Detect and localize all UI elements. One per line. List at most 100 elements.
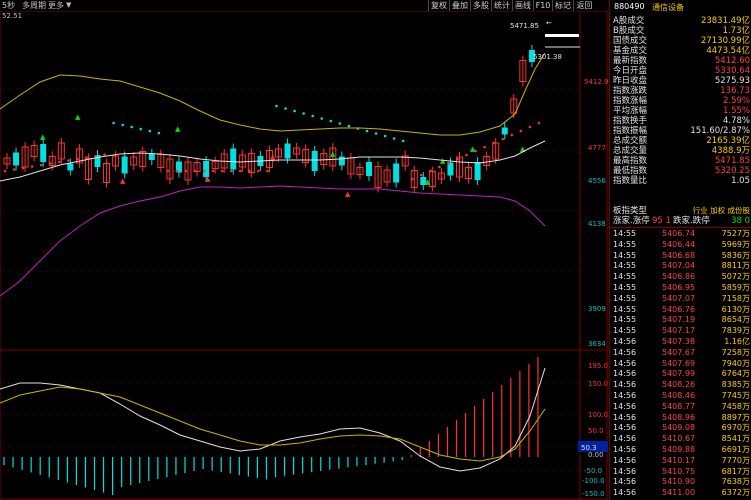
fuquan-button[interactable]: 复权: [428, 0, 449, 11]
tick-volume: 1.16亿: [724, 337, 750, 346]
tick-volume: 5072万: [721, 272, 750, 282]
tick-time: 14:56: [613, 347, 637, 357]
kline-chart[interactable]: ▲▲▲▲▲▲ ▲▲▲▲▲ ▲ 5471.85 ← 5301.38 52.51 541…: [0, 11, 608, 500]
quote-label: 总成交量: [613, 146, 648, 156]
signal-arrow-icon: ▲: [345, 190, 351, 198]
quote-row: 指数涨跌 136.73: [610, 86, 751, 96]
axis-labels: 5412.90 4777 4556 4138 3909 3634 195.0 1…: [582, 78, 608, 498]
tick-volume: 8811万: [721, 261, 750, 271]
tick-price: 5408.26: [662, 380, 696, 390]
sar-dot: [320, 117, 324, 120]
tick-time: 14:56: [613, 445, 637, 454]
osc-value: 50.3: [581, 444, 597, 452]
tick-volume: 7527万: [721, 229, 750, 238]
tick-row: 14:55 5407.07 7158万: [610, 294, 751, 304]
sar-dot: [492, 141, 496, 145]
period-multi[interactable]: 多周期: [22, 0, 46, 11]
multi-stock-button[interactable]: 多股: [470, 0, 491, 11]
index-code: 880490: [614, 2, 645, 11]
tick-volume: 6970万: [721, 423, 750, 433]
tick-price: 5407.19: [662, 315, 696, 325]
tick-time: 14:56: [613, 369, 637, 379]
sar-dot: [257, 169, 260, 173]
sar-dot: [58, 160, 61, 164]
tick-price: 5407.67: [662, 347, 696, 357]
tick-volume: 7745万: [721, 391, 750, 400]
sar-dot: [365, 129, 369, 133]
quote-value: 4388.9万: [711, 146, 750, 156]
tick-time: 14:55: [613, 315, 637, 325]
sar-dot: [347, 124, 351, 128]
tick-price: 5409.88: [662, 445, 696, 454]
quote-row: B股成交 1.73亿: [610, 26, 751, 36]
tick-row: 14:56 5407.69 7940万: [610, 359, 751, 369]
candle-body-down: [311, 151, 318, 171]
back-button[interactable]: 返回: [573, 0, 595, 11]
sar-dot: [456, 157, 459, 161]
tick-price: 5410.90: [662, 477, 696, 487]
tick-row: 14:55 5406.95 5859万: [610, 283, 751, 293]
tick-row: 14:55 5406.68 5836万: [610, 251, 751, 261]
mark-button[interactable]: 标记: [552, 0, 573, 11]
sar-dot: [329, 119, 333, 123]
sar-dot: [157, 131, 161, 135]
sar-dot: [121, 123, 124, 127]
draw-line-button[interactable]: 画线: [512, 0, 533, 11]
axis-label: 5412.90: [584, 78, 608, 86]
tick-time: 14:56: [613, 412, 637, 422]
tick-price: 5406.95: [662, 283, 696, 292]
tick-time: 14:55: [613, 239, 637, 249]
tick-row: 14:56 5409.88 6691万: [610, 445, 751, 455]
more-dropdown-icon[interactable]: ▼: [66, 0, 71, 11]
quote-label: 指数涨跌: [613, 86, 648, 96]
sar-dot: [401, 139, 405, 143]
candle-body-down: [148, 154, 155, 160]
quote-label: 今日开盘: [613, 66, 648, 76]
indicator-yellow-line: [0, 386, 546, 462]
period-5s[interactable]: 5秒: [2, 0, 15, 11]
tick-price: 5410.67: [662, 434, 696, 444]
tick-volume: 8654万: [721, 315, 750, 325]
tick-row: 14:55 5406.86 5072万: [610, 272, 751, 282]
quote-label: 指数振幅: [613, 126, 648, 136]
tick-price: 5407.38: [662, 337, 696, 346]
candle-body-down: [67, 163, 74, 171]
quote-label: 总成交额: [613, 136, 648, 146]
tick-row: 14:55 5406.44 5969万: [610, 240, 751, 250]
category-label: 板指类型: [613, 206, 648, 216]
sar-dot: [483, 145, 486, 149]
quote-label: 最新指数: [613, 56, 648, 66]
tick-volume: 7839万: [721, 326, 750, 336]
signal-arrow-icon: ▲: [205, 175, 211, 183]
tick-row: 14:55 5407.17 7839万: [610, 326, 751, 336]
overlay-button[interactable]: 叠加: [449, 0, 470, 11]
tick-price: 5407.07: [662, 293, 696, 303]
sar-dot: [30, 165, 34, 168]
signal-arrow-icon: ▲: [425, 178, 431, 186]
tick-time: 14:56: [613, 358, 637, 368]
panel-divider: [610, 227, 751, 228]
candle-body-down: [501, 127, 508, 135]
quote-value: 5330.64: [714, 66, 750, 76]
sar-dot: [383, 134, 387, 138]
signal-arrow-icon: ▲: [175, 125, 181, 133]
axis-label: 100.0: [588, 411, 608, 419]
candle-body-down: [338, 156, 345, 166]
tick-price: 5409.08: [662, 423, 696, 433]
tick-price: 5408.77: [662, 401, 696, 411]
quote-value: 5275.93: [714, 76, 750, 86]
stats-button[interactable]: 统计: [491, 0, 512, 11]
quote-value: 1.05: [731, 176, 750, 186]
axis-label: -150.0: [582, 490, 605, 498]
tick-row: 14:56 5407.99 6764万: [610, 369, 751, 379]
tick-time: 14:56: [613, 477, 637, 487]
boll-lower-line: [0, 185, 546, 297]
tick-row: 14:56 5410.90 7638万: [610, 477, 751, 487]
category-value[interactable]: 行业 加权 成份股: [693, 206, 750, 216]
period-more[interactable]: 更多: [48, 0, 64, 11]
axis-label: -100.0: [582, 477, 605, 485]
tick-volume: 5969万: [721, 239, 750, 249]
f10-button[interactable]: F10: [533, 0, 552, 11]
sar-dot: [67, 159, 70, 162]
quote-row: 今日开盘 5330.64: [610, 66, 751, 76]
